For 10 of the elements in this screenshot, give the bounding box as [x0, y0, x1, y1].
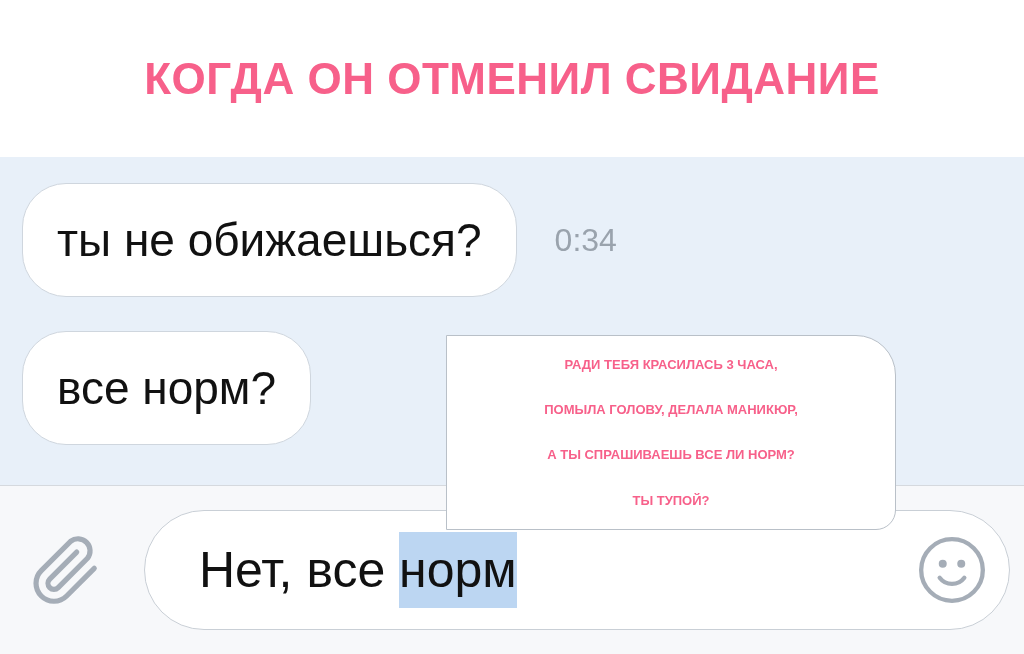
message-bubble: ты не обижаешься?: [22, 183, 517, 297]
caption: КОГДА ОН ОТМЕНИЛ СВИДАНИЕ: [144, 52, 880, 105]
note-line: РАДИ ТЕБЯ КРАСИЛАСЬ 3 ЧАСА,: [564, 355, 778, 374]
message-time: 0:34: [554, 221, 617, 260]
message-input[interactable]: Нет, все норм: [144, 510, 1010, 630]
message-bubble: все норм?: [22, 331, 312, 445]
note-line: ПОМЫЛА ГОЛОВУ, ДЕЛАЛА МАНИКЮР,: [544, 401, 798, 420]
note-line: А ТЫ СПРАШИВАЕШЬ ВСЕ ЛИ НОРМ?: [547, 446, 795, 465]
input-text: Нет, все норм: [199, 532, 915, 608]
note-line: ТЫ ТУПОЙ?: [632, 491, 710, 510]
